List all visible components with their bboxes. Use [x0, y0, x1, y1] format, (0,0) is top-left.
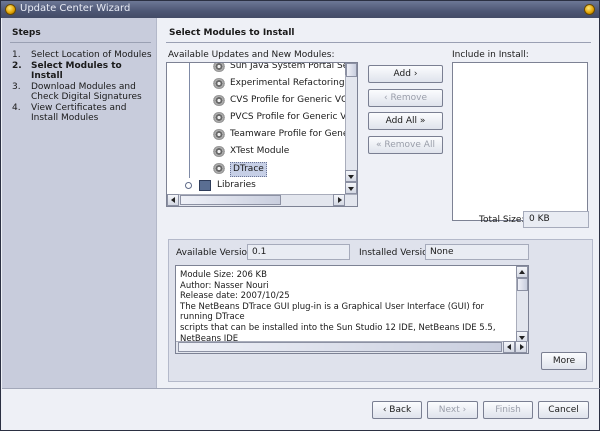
desc-scroll-right-button[interactable] — [515, 341, 527, 353]
include-in-install-label: Include in Install: — [452, 50, 529, 60]
module-gear-icon — [213, 112, 225, 123]
tree-item[interactable]: PVCS Profile for Generic VCS — [167, 109, 357, 126]
desc-hscroll-thumb[interactable] — [178, 342, 502, 352]
wizard-window: Update Center Wizard Steps 1. Select Loca… — [0, 0, 600, 431]
step-item: 3. Download Modules and Check Digital Sig… — [12, 82, 152, 102]
finish-button[interactable]: Finish — [483, 401, 533, 419]
step-number: 4. — [12, 103, 21, 113]
tree-item[interactable]: XTest Module — [167, 143, 345, 160]
window-title: Update Center Wizard — [20, 3, 131, 14]
tree-item-label: PVCS Profile for Generic VCS — [230, 112, 358, 122]
tree-item[interactable]: Sun Java System Portal Serve — [167, 63, 357, 75]
steps-divider — [10, 42, 151, 43]
steps-title: Steps — [12, 28, 41, 38]
module-gear-icon — [213, 78, 225, 89]
back-button[interactable]: ‹ Back — [372, 401, 422, 419]
scroll-down-button[interactable] — [345, 170, 357, 182]
description-line: The NetBeans DTrace GUI plug-in is a Gra… — [180, 301, 485, 323]
description-line: Module Size: 206 KB — [180, 270, 267, 280]
module-gear-icon — [213, 146, 225, 157]
step-number: 3. — [12, 82, 21, 92]
step-item: 1. Select Location of Modules — [12, 50, 152, 60]
title-bar[interactable]: Update Center Wizard — [1, 1, 599, 18]
main-panel: Select Modules to Install Available Upda… — [158, 18, 599, 388]
window-menu-icon[interactable] — [5, 4, 16, 15]
available-version-label: Available Version: — [176, 248, 256, 258]
add-all-button[interactable]: Add All » — [368, 112, 443, 130]
close-window-icon[interactable] — [584, 4, 595, 15]
title-divider — [166, 42, 591, 43]
scroll-right-button[interactable] — [333, 194, 345, 206]
desc-scroll-up-button[interactable] — [516, 266, 528, 278]
tree-vertical-scrollbar[interactable] — [345, 63, 357, 194]
tree-item[interactable]: DTrace — [167, 160, 345, 177]
description-vertical-scrollbar[interactable] — [516, 266, 528, 343]
add-button[interactable]: Add › — [368, 65, 443, 83]
step-item: 2. Select Modules to Install — [12, 61, 152, 81]
desc-scroll-left-button[interactable] — [503, 341, 515, 353]
tree-item-label: Teamware Profile for Generic — [230, 129, 358, 139]
tree-item-label: XTest Module — [230, 146, 290, 156]
tree-item-label: Sun Java System Portal Serve — [230, 62, 358, 71]
module-gear-icon — [213, 129, 225, 140]
more-button[interactable]: More — [541, 352, 587, 370]
available-version-value: 0.1 — [247, 244, 350, 260]
tree-item[interactable]: Libraries — [167, 177, 345, 194]
scroll-left-button[interactable] — [167, 194, 179, 206]
available-modules-label: Available Updates and New Modules: — [168, 50, 335, 60]
description-line: Author: Nasser Nouri — [180, 280, 269, 291]
available-modules-tree[interactable]: Sun Java System Portal Serve Experimental… — [166, 62, 358, 207]
tree-item-label: Libraries — [217, 180, 256, 190]
tree-content: Sun Java System Portal Serve Experimental… — [167, 63, 357, 206]
footer-divider — [2, 388, 600, 389]
step-label: Select Modules to Install — [31, 61, 122, 81]
cancel-button[interactable]: Cancel — [538, 401, 589, 419]
step-item: 4. View Certificates and Install Modules — [12, 103, 152, 123]
module-details-panel: Available Version: 0.1 Installed Version… — [168, 239, 593, 382]
step-label: View Certificates and Install Modules — [31, 103, 127, 123]
step-number: 2. — [12, 61, 22, 71]
tree-item-label: Experimental Refactorings — [230, 78, 350, 88]
tree-scroll-thumb[interactable] — [346, 63, 357, 77]
scroll-down-button-2[interactable] — [345, 182, 357, 194]
module-gear-icon — [213, 95, 225, 106]
tree-item[interactable]: CVS Profile for Generic VCS — [167, 92, 353, 109]
installed-version-value: None — [425, 244, 529, 260]
remove-all-button[interactable]: « Remove All — [368, 136, 443, 154]
step-label: Download Modules and Check Digital Signa… — [31, 82, 142, 102]
total-size-label: Total Size: — [479, 215, 525, 225]
expand-toggle-icon[interactable] — [185, 182, 192, 189]
folder-icon — [199, 180, 211, 191]
step-number: 1. — [12, 50, 21, 60]
description-line: Release date: 2007/10/25 — [180, 291, 290, 302]
page-title: Select Modules to Install — [169, 28, 295, 38]
module-description[interactable]: Module Size: 206 KB Author: Nasser Nouri R… — [175, 265, 529, 354]
next-button[interactable]: Next › — [427, 401, 478, 419]
steps-list: 1. Select Location of Modules 2. Select Mod… — [12, 50, 152, 124]
remove-button[interactable]: ‹ Remove — [368, 89, 443, 107]
desc-scroll-thumb[interactable] — [517, 278, 528, 291]
tree-item-label: DTrace — [230, 162, 267, 177]
module-gear-icon — [213, 63, 225, 72]
tree-item[interactable]: Experimental Refactorings — [167, 75, 349, 92]
tree-item[interactable]: Teamware Profile for Generic — [167, 126, 357, 143]
total-size-value: 0 KB — [523, 211, 589, 228]
step-label: Select Location of Modules — [31, 50, 152, 60]
steps-panel: Steps 1. Select Location of Modules 2. Sele… — [2, 18, 157, 388]
tree-hscroll-thumb[interactable] — [180, 195, 281, 205]
module-gear-icon — [213, 163, 225, 174]
description-horizontal-scrollbar[interactable] — [176, 341, 528, 353]
tree-item-label: CVS Profile for Generic VCS — [230, 95, 354, 105]
tree-horizontal-scrollbar[interactable] — [167, 194, 357, 206]
include-in-install-list[interactable] — [452, 62, 588, 221]
